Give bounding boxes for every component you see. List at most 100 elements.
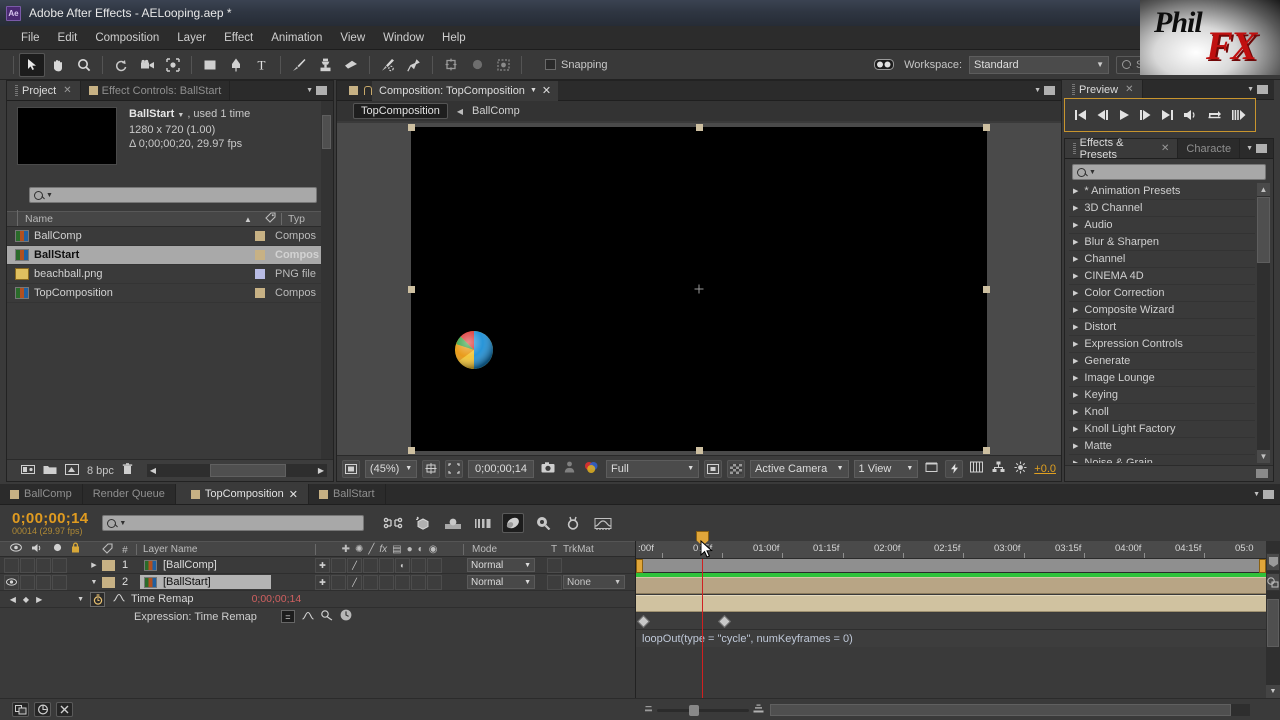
project-search-input[interactable]: ▼: [29, 187, 317, 203]
mode-column-header[interactable]: Mode: [463, 543, 545, 555]
show-post-expression-graph-icon[interactable]: [302, 611, 314, 623]
menu-help[interactable]: Help: [433, 29, 475, 47]
breadcrumb-next[interactable]: BallComp: [472, 105, 520, 117]
workspace-eye-icon[interactable]: [871, 53, 897, 77]
timeline-search-input[interactable]: ▼: [102, 515, 365, 531]
label-swatch[interactable]: [102, 559, 115, 571]
label-swatch[interactable]: [255, 231, 265, 241]
frame-blend-switch[interactable]: [379, 557, 394, 573]
time-ruler[interactable]: :00f 0 15f 01:00f 01:15f 02:00f 02:15f 0…: [636, 541, 1280, 559]
timeline-horizontal-scrollbar[interactable]: [770, 704, 1250, 716]
list-item[interactable]: ▶ Generate: [1069, 353, 1255, 370]
quality-switch[interactable]: ╱: [347, 574, 362, 590]
expression-code-row[interactable]: loopOut(type = "cycle", numKeyframes = 0…: [636, 630, 1266, 647]
snapping-checkbox[interactable]: Snapping: [545, 59, 608, 71]
solo-toggle[interactable]: [36, 557, 51, 573]
hide-shy-layers-icon[interactable]: [442, 513, 464, 533]
layer-name-cell[interactable]: [BallComp]: [135, 558, 315, 572]
list-item[interactable]: ▶ Channel: [1069, 251, 1255, 268]
scrollbar-thumb[interactable]: [1267, 599, 1279, 647]
shy-switch[interactable]: ✚: [315, 557, 330, 573]
scroll-left-icon[interactable]: ◀: [147, 466, 159, 475]
scroll-up-icon[interactable]: ▲: [1257, 183, 1270, 196]
effects-vertical-scrollbar[interactable]: ▲ ▼: [1257, 183, 1270, 463]
chevron-right-icon[interactable]: ▶: [1073, 340, 1078, 348]
chevron-right-icon[interactable]: ▶: [1073, 238, 1078, 246]
effects-panel-menu[interactable]: ▼: [1240, 139, 1273, 158]
motion-blur-switch[interactable]: ◐: [395, 557, 410, 573]
project-panel-menu[interactable]: ▼: [300, 81, 333, 100]
effects-search-input[interactable]: ▼: [1072, 164, 1266, 180]
layer-source-name-icon[interactable]: [1266, 573, 1280, 591]
list-item[interactable]: ▶ Distort: [1069, 319, 1255, 336]
chevron-right-icon[interactable]: ▶: [1073, 306, 1078, 314]
pixel-aspect-correction-icon[interactable]: [923, 461, 940, 476]
list-item[interactable]: ▶ Keying: [1069, 387, 1255, 404]
tab-effect-controls[interactable]: Effect Controls: BallStart: [80, 81, 231, 100]
region-of-interest-icon[interactable]: [445, 459, 464, 478]
scroll-right-icon[interactable]: ▶: [315, 466, 327, 475]
audio-toggle-button[interactable]: [1183, 109, 1198, 121]
previous-keyframe-icon[interactable]: ◀: [10, 595, 16, 604]
scrollbar-thumb[interactable]: [1257, 197, 1270, 263]
anchor-point-icon[interactable]: [438, 53, 464, 77]
exclude-button[interactable]: [56, 702, 73, 717]
draft-3d-icon[interactable]: [412, 513, 434, 533]
motion-blur-icon[interactable]: [472, 513, 494, 533]
new-folder-icon[interactable]: [43, 464, 57, 478]
close-icon[interactable]: ✕: [1125, 84, 1133, 95]
chevron-right-icon[interactable]: ▶: [1073, 323, 1078, 331]
layer-name-header[interactable]: Layer Name: [136, 543, 315, 555]
keyframe-marker[interactable]: [718, 615, 731, 628]
lock-icon[interactable]: [364, 86, 372, 95]
column-header-name[interactable]: Name: [7, 210, 237, 226]
keyframe-row[interactable]: [636, 613, 1266, 630]
layer-bar-ballstart[interactable]: [636, 595, 1266, 612]
selection-handle[interactable]: [696, 124, 703, 131]
nav-start-handle[interactable]: [636, 559, 643, 573]
layer-bar-ballcomp[interactable]: [636, 577, 1266, 594]
chevron-right-icon[interactable]: ▶: [1073, 442, 1078, 450]
loop-button[interactable]: [1207, 109, 1222, 121]
project-horizontal-scrollbar[interactable]: ◀ ▶: [146, 464, 327, 477]
list-item[interactable]: ▶ Blur & Sharpen: [1069, 234, 1255, 251]
magnification-select[interactable]: (45%) ▼: [364, 459, 418, 478]
tab-composition-topcomposition[interactable]: Composition: TopComposition ▼ ✕: [372, 80, 559, 101]
tab-ballstart[interactable]: BallStart: [309, 484, 386, 504]
eraser-tool-icon[interactable]: [338, 53, 364, 77]
three-d-switch[interactable]: [427, 574, 442, 590]
toggle-switches-modes-button[interactable]: [12, 702, 29, 717]
tab-ballcomp[interactable]: BallComp: [0, 484, 83, 504]
solo-toggle[interactable]: [36, 574, 51, 590]
lock-toggle[interactable]: [52, 574, 67, 590]
graph-editor-icon[interactable]: [502, 513, 525, 533]
toggle-transparency-grid-icon[interactable]: [342, 459, 360, 478]
three-d-switch[interactable]: [427, 557, 442, 573]
first-frame-button[interactable]: [1074, 109, 1087, 121]
collapse-switch[interactable]: [331, 557, 346, 573]
close-icon[interactable]: ✕: [542, 84, 551, 97]
add-keyframe-icon[interactable]: ◆: [23, 595, 29, 604]
fast-previews-icon[interactable]: [945, 459, 964, 478]
selection-handle[interactable]: [408, 124, 415, 131]
type-tool-icon[interactable]: T: [249, 53, 275, 77]
trkmat-select[interactable]: None ▼: [563, 575, 625, 589]
sort-ascending-icon[interactable]: ▲: [237, 215, 259, 224]
puppet-pin-tool-icon[interactable]: [401, 53, 427, 77]
show-channel-icon[interactable]: [582, 461, 601, 476]
exposure-reset-icon[interactable]: [1012, 461, 1029, 477]
chevron-down-icon[interactable]: ▼: [530, 87, 537, 94]
zoom-out-icon[interactable]: [644, 704, 653, 716]
video-toggle[interactable]: [4, 557, 19, 573]
project-bit-depth[interactable]: 8 bpc: [87, 465, 114, 477]
tab-render-queue[interactable]: Render Queue: [83, 484, 176, 504]
zoom-slider-track[interactable]: [657, 704, 749, 716]
collapse-switch[interactable]: [331, 574, 346, 590]
list-item[interactable]: ▶ * Animation Presets: [1069, 183, 1255, 200]
selection-handle[interactable]: [408, 447, 415, 454]
list-item[interactable]: ▶ 3D Channel: [1069, 200, 1255, 217]
lock-toggle[interactable]: [52, 557, 67, 573]
motion-sketch-icon[interactable]: [532, 513, 554, 533]
live-update-icon[interactable]: [382, 513, 404, 533]
table-row[interactable]: ▼ 2 [BallStart] ✚ ╱ Normal ▼ None ▼: [0, 574, 635, 591]
